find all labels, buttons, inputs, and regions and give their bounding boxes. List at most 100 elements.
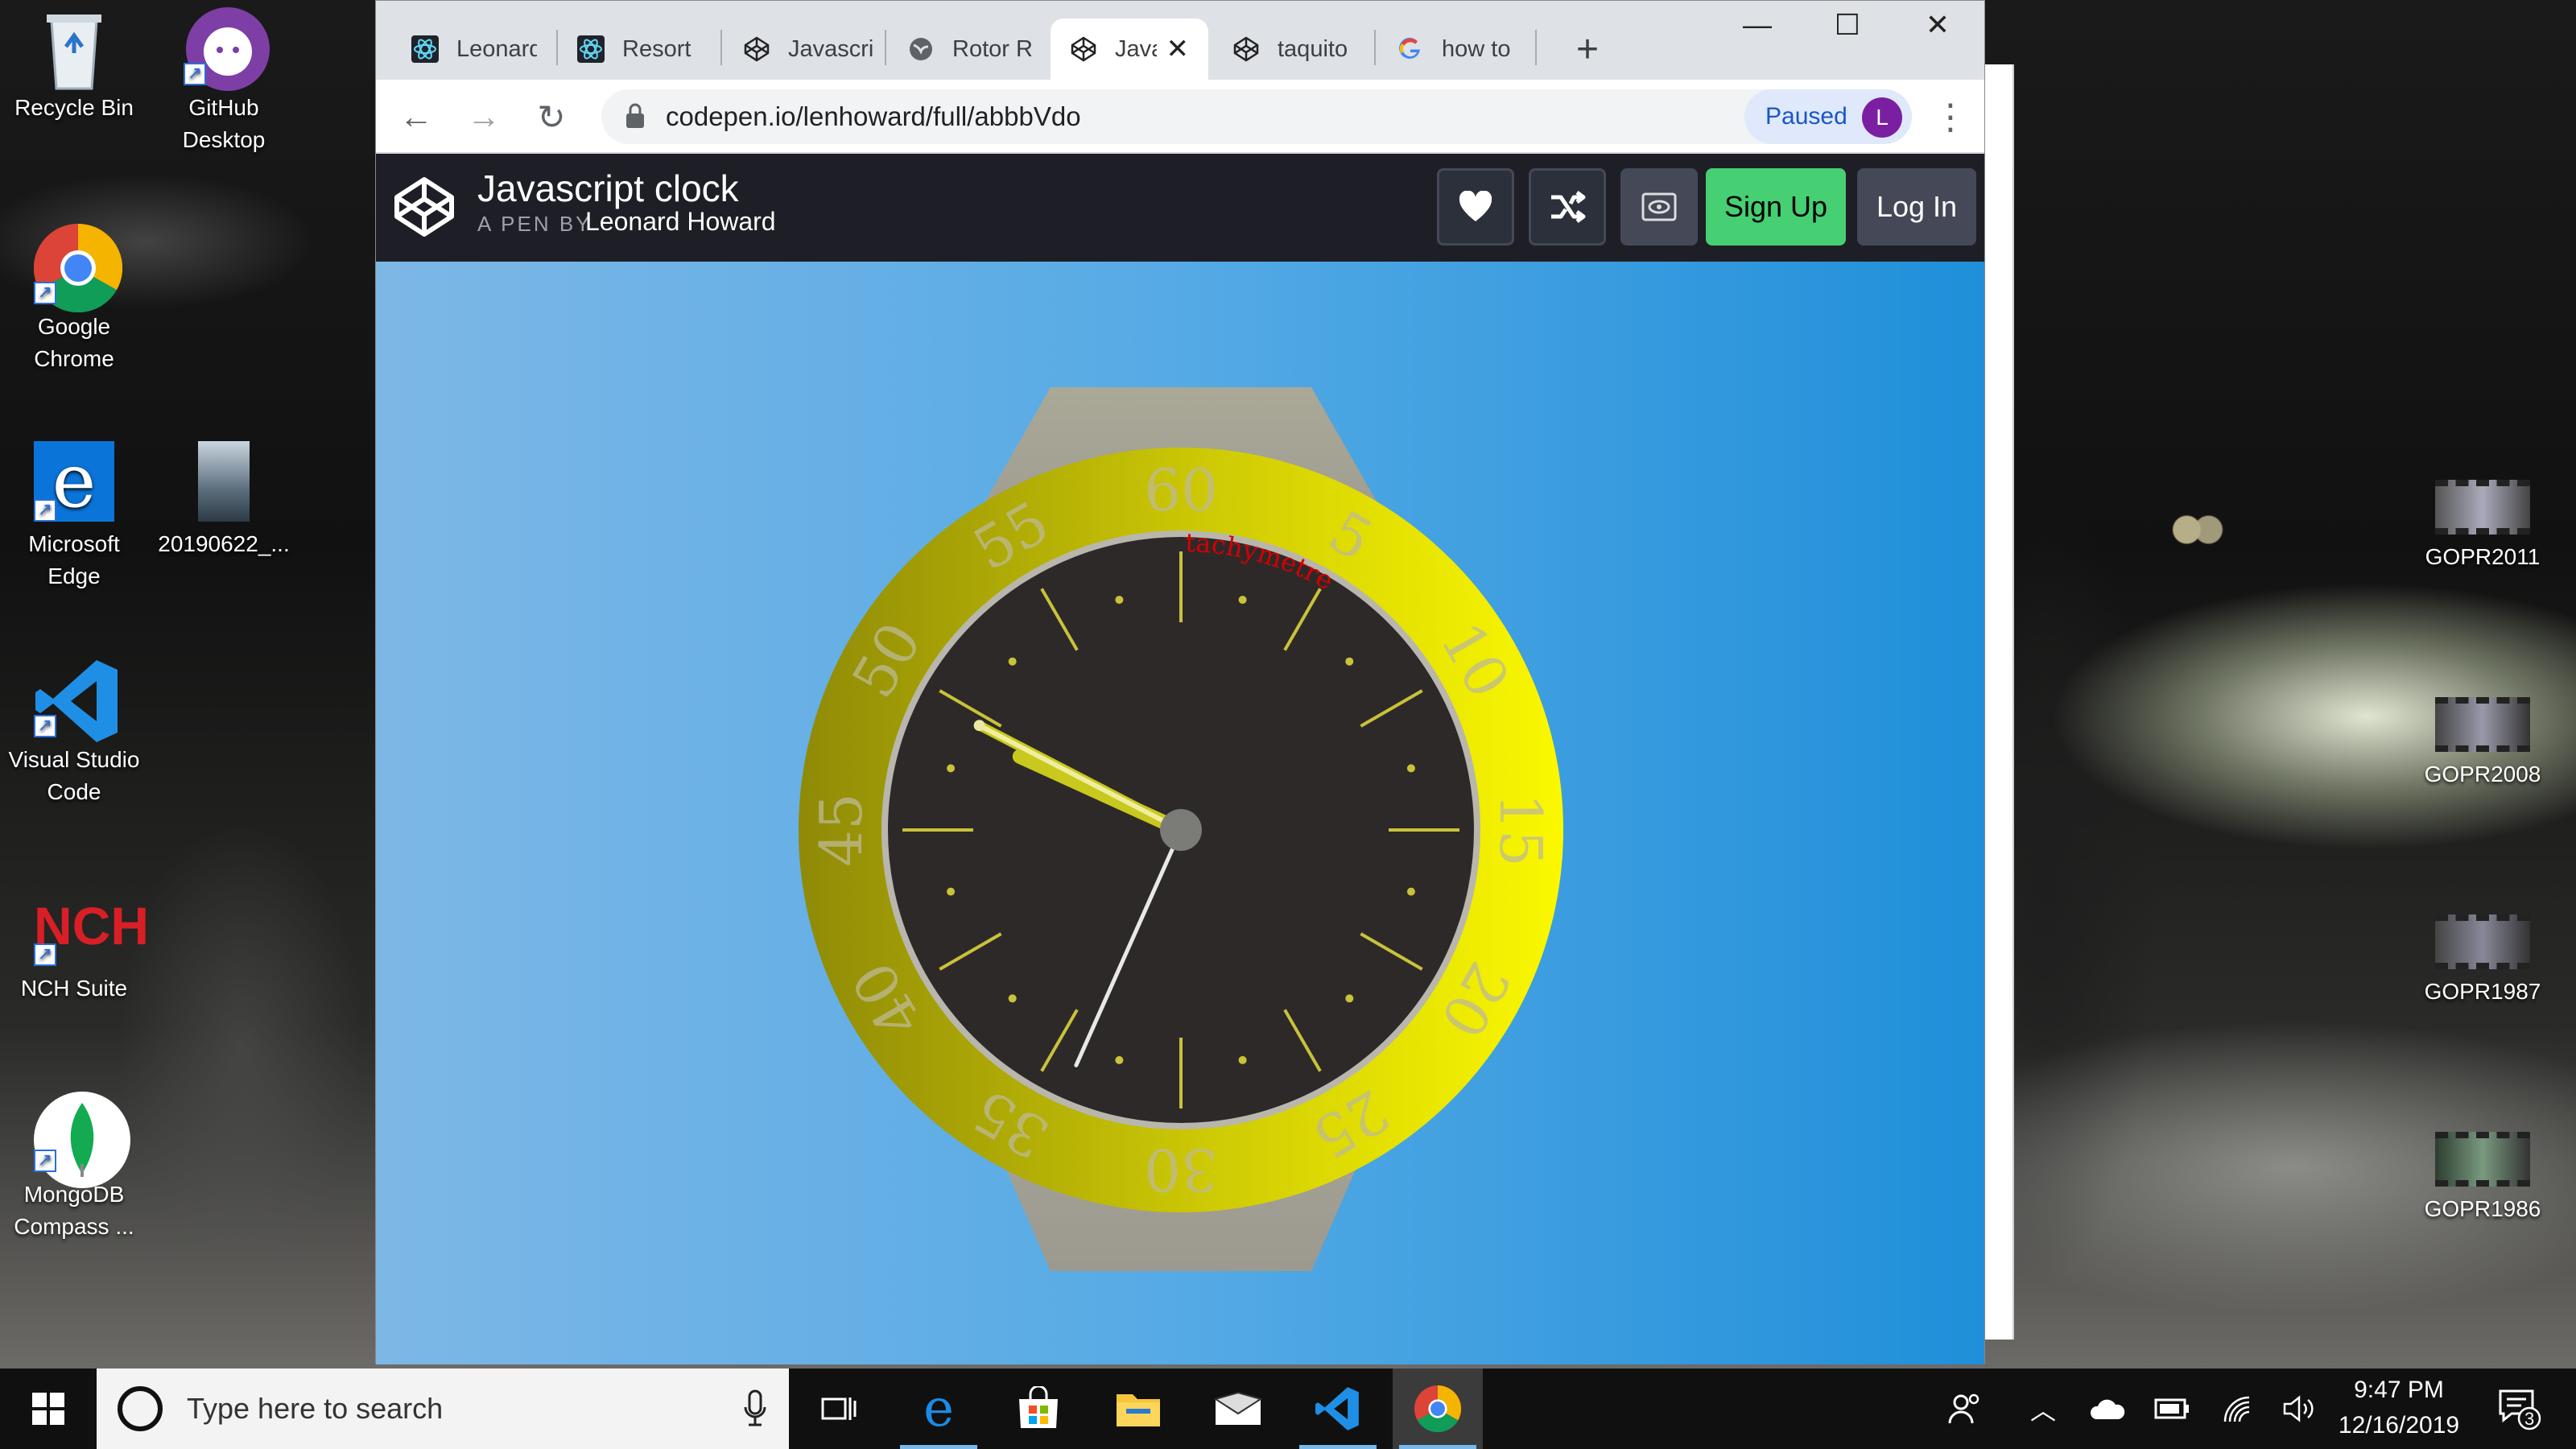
desktop-icon-mongodb-compass[interactable]: ↗ MongoDB Compass ... [2, 1092, 147, 1243]
lock-icon [624, 102, 646, 134]
taskbar-search-box[interactable]: Type here to search [97, 1368, 789, 1449]
tab-separator [1535, 30, 1537, 65]
heart-icon [1459, 191, 1492, 221]
center-cap [1160, 809, 1202, 851]
video-file-icon [2435, 697, 2530, 752]
half-hour-dot [947, 764, 956, 773]
desktop-icon-recycle-bin[interactable]: Recycle Bin [2, 5, 147, 124]
tab-separator [720, 30, 722, 65]
reload-button[interactable]: ↻ [527, 93, 576, 141]
desktop-icon-video-1[interactable]: GOPR2011 [2410, 480, 2555, 573]
half-hour-dot [1008, 994, 1017, 1003]
volume-icon[interactable] [2275, 1368, 2323, 1449]
desktop-icon-label: GOPR2008 [2424, 762, 2541, 786]
onedrive-icon[interactable] [2082, 1368, 2133, 1449]
desktop-icon-nch-suite[interactable]: NCH ↗ NCH Suite [2, 886, 149, 1005]
shortcut-arrow-icon: ↗ [184, 63, 206, 85]
taskbar-date[interactable]: 12/16/2019 [2318, 1412, 2479, 1439]
bezel-number: 30 [1144, 1136, 1218, 1203]
microphone-icon[interactable] [744, 1389, 766, 1432]
task-view-button[interactable] [792, 1368, 882, 1449]
notification-count: 3 [2524, 1409, 2535, 1429]
tab-how-to[interactable]: how to [1377, 19, 1535, 80]
half-hour-dot [1406, 887, 1415, 896]
desktop-icon-vscode[interactable]: ↗ Visual Studio Code [2, 657, 147, 808]
people-icon[interactable] [1940, 1368, 1988, 1449]
desktop-icon-google-chrome[interactable]: ↗ Google Chrome [2, 223, 147, 375]
watch-clock: 60510152025303540455055 tachymetre [799, 387, 1563, 1271]
half-hour-dot [1238, 596, 1247, 605]
battery-icon[interactable] [2148, 1368, 2196, 1449]
profile-button[interactable]: Paused L [1744, 89, 1912, 144]
profile-status: Paused [1765, 103, 1847, 130]
taskbar-edge[interactable]: e [894, 1368, 984, 1449]
wallpaper-detail [2161, 506, 2234, 554]
address-bar[interactable]: codepen.io/lenhoward/full/abbbVdo ☆ [601, 89, 1793, 144]
new-tab-button[interactable]: + [1553, 19, 1622, 80]
start-button[interactable] [16, 1368, 80, 1449]
heart-button[interactable] [1437, 168, 1514, 246]
pen-author-link[interactable]: Leonard Howard [585, 207, 776, 237]
tab-resort[interactable]: Resort [558, 19, 711, 80]
desktop-icon-photo[interactable]: 20190622_... [151, 441, 296, 560]
recycle-bin-icon [34, 5, 114, 90]
codepen-logo-icon[interactable] [392, 175, 456, 239]
desktop-icon-label: GOPR1986 [2424, 1196, 2541, 1221]
task-view-icon [821, 1397, 857, 1420]
wifi-icon[interactable] [2214, 1368, 2262, 1449]
desktop-icon-video-3[interactable]: GOPR1987 [2410, 914, 2555, 1008]
tab-separator [885, 30, 886, 65]
back-button[interactable]: ← [392, 93, 440, 141]
fork-button[interactable] [1529, 168, 1606, 246]
bezel-number: 15 [1487, 793, 1554, 867]
tab-strip: Leonard Resort Javascri Rotor R Java ✕ t… [376, 1, 1984, 80]
avatar: L [1862, 97, 1902, 138]
forward-button[interactable]: → [460, 93, 508, 141]
action-center-button[interactable]: 3 [2487, 1368, 2552, 1449]
minimize-button[interactable]: — [1712, 1, 1802, 49]
pen-title: Javascript clock [477, 167, 739, 209]
desktop-icon-video-2[interactable]: GOPR2008 [2410, 697, 2555, 791]
minute-hand-tip [973, 720, 985, 732]
taskbar-store[interactable] [993, 1368, 1084, 1449]
taskbar-chrome[interactable] [1393, 1368, 1483, 1449]
nch-icon: NCH ↗ [34, 886, 149, 966]
tab-javascript[interactable]: Javascri [724, 19, 878, 80]
half-hour-dot [1238, 1055, 1247, 1064]
taskbar-vscode[interactable] [1293, 1368, 1383, 1449]
search-placeholder: Type here to search [187, 1392, 444, 1425]
mail-icon [1214, 1391, 1262, 1425]
tab-java-active[interactable]: Java ✕ [1051, 19, 1208, 80]
menu-kebab-icon[interactable]: ⋮ [1926, 93, 1975, 141]
log-in-button[interactable]: Log In [1857, 168, 1976, 246]
close-tab-icon[interactable]: ✕ [1166, 33, 1190, 65]
sign-up-button[interactable]: Sign Up [1706, 168, 1846, 246]
desktop-icon-github-desktop[interactable]: ↗ GitHub Desktop [151, 5, 296, 156]
desktop-icon-video-4[interactable]: GOPR1986 [2410, 1132, 2555, 1225]
tab-rotor[interactable]: Rotor R [888, 19, 1042, 80]
maximize-button[interactable]: ☐ [1802, 1, 1893, 49]
react-icon [411, 35, 439, 63]
codepen-icon [743, 35, 770, 63]
half-hour-dot [1345, 657, 1354, 666]
taskbar-mail[interactable] [1193, 1368, 1283, 1449]
tab-label: Javascri [788, 35, 874, 62]
view-mode-button[interactable] [1620, 168, 1698, 246]
taskbar-file-explorer[interactable] [1093, 1368, 1183, 1449]
close-window-button[interactable]: ✕ [1893, 1, 1983, 49]
tab-leonard[interactable]: Leonard [392, 19, 537, 80]
desktop-icon-microsoft-edge[interactable]: e ↗ Microsoft Edge [2, 441, 147, 592]
show-hidden-icons-chevron-icon[interactable]: ︿ [2019, 1368, 2067, 1449]
windows-logo-icon [32, 1393, 64, 1425]
taskbar-time[interactable]: 9:47 PM [2318, 1377, 2479, 1404]
desktop-icon-label: Google Chrome [34, 314, 114, 371]
tab-label: taquito [1278, 35, 1348, 62]
desktop-icon-label: GOPR2011 [2425, 544, 2541, 569]
video-file-icon [2435, 1132, 2530, 1187]
half-hour-dot [947, 887, 956, 896]
tab-label: Java [1115, 35, 1157, 62]
tab-taquito[interactable]: taquito [1213, 19, 1371, 80]
codepen-header: Javascript clock A PEN BY Leonard Howard… [376, 154, 1984, 262]
shortcut-arrow-icon: ↗ [34, 499, 56, 522]
video-file-icon [2435, 480, 2530, 535]
